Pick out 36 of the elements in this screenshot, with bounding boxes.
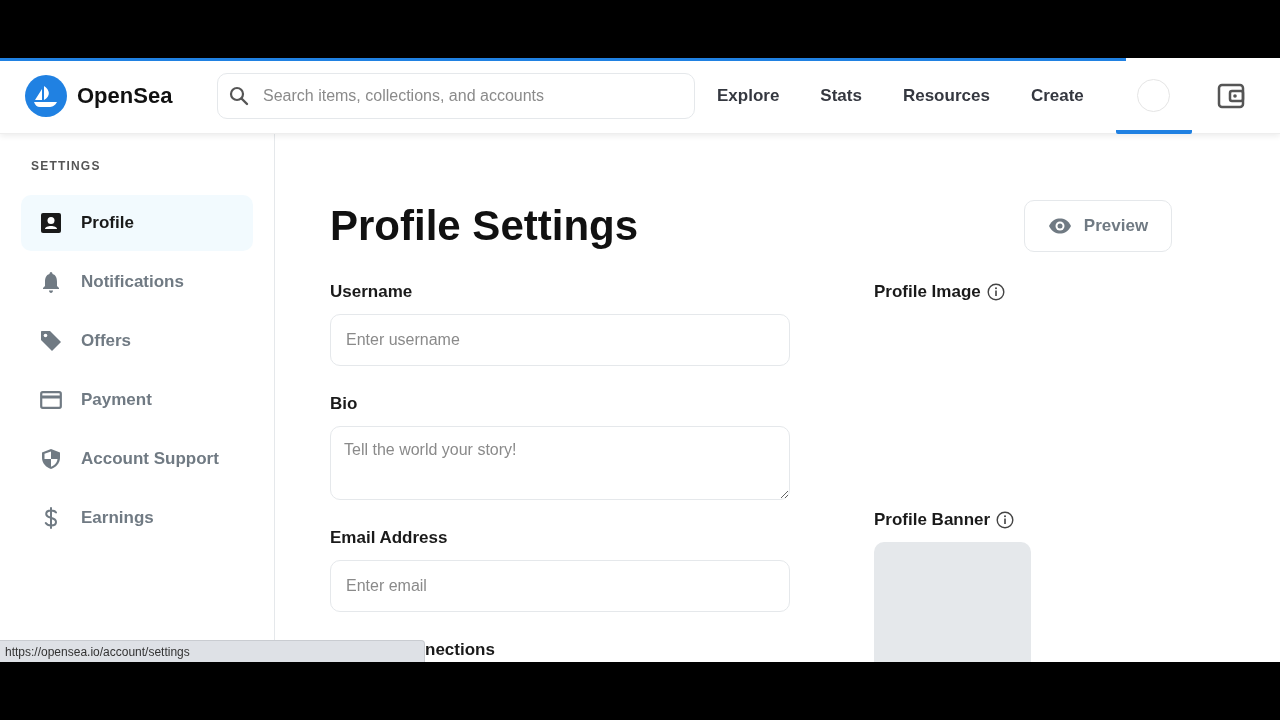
sidebar-item[interactable]: Notifications xyxy=(21,254,253,310)
tag-icon xyxy=(40,330,62,352)
field-label: Bio xyxy=(330,394,359,414)
status-url: https://opensea.io/account/settings xyxy=(0,640,425,662)
nav-link[interactable]: Create xyxy=(1030,85,1084,106)
field-label: Profile Banner xyxy=(874,510,991,530)
search-field[interactable]: Search items, collections, and accounts xyxy=(217,72,695,119)
section-heading: nections xyxy=(424,640,496,660)
field-label: Email Address xyxy=(330,528,449,548)
dollar-icon xyxy=(44,507,58,529)
bell-icon xyxy=(41,271,61,293)
eye-icon xyxy=(1047,218,1072,234)
field-label: Username xyxy=(330,282,414,302)
sidebar-heading: SETTINGS xyxy=(31,159,101,173)
shield-icon xyxy=(41,448,61,470)
preview-button[interactable]: Preview xyxy=(1024,200,1172,252)
text-field[interactable]: Enter username xyxy=(330,314,790,366)
wallet-icon[interactable] xyxy=(1216,81,1245,110)
sidebar-item[interactable]: Earnings xyxy=(21,490,253,546)
credit-card-icon xyxy=(40,391,62,409)
nav-link[interactable]: Stats xyxy=(820,85,862,106)
logo-text[interactable]: OpenSea xyxy=(77,82,173,109)
profile-icon xyxy=(41,213,61,233)
info-icon[interactable] xyxy=(996,511,1015,529)
field-label: Profile Image xyxy=(874,282,981,302)
sidebar-item[interactable]: Account Support xyxy=(21,431,253,487)
sidebar-item[interactable]: Profile xyxy=(21,195,253,251)
info-icon[interactable] xyxy=(986,283,1005,301)
sidebar-item[interactable]: Offers xyxy=(21,313,253,369)
text-field[interactable]: Enter email xyxy=(330,560,790,612)
logo-icon[interactable] xyxy=(25,74,67,117)
sidebar-item[interactable]: Payment xyxy=(21,372,253,428)
nav-link[interactable]: Resources xyxy=(902,85,990,106)
bio-field[interactable]: Tell the world your story! xyxy=(330,426,790,500)
nav-link[interactable]: Explore xyxy=(717,85,780,106)
page-title: Profile Settings xyxy=(330,202,639,250)
